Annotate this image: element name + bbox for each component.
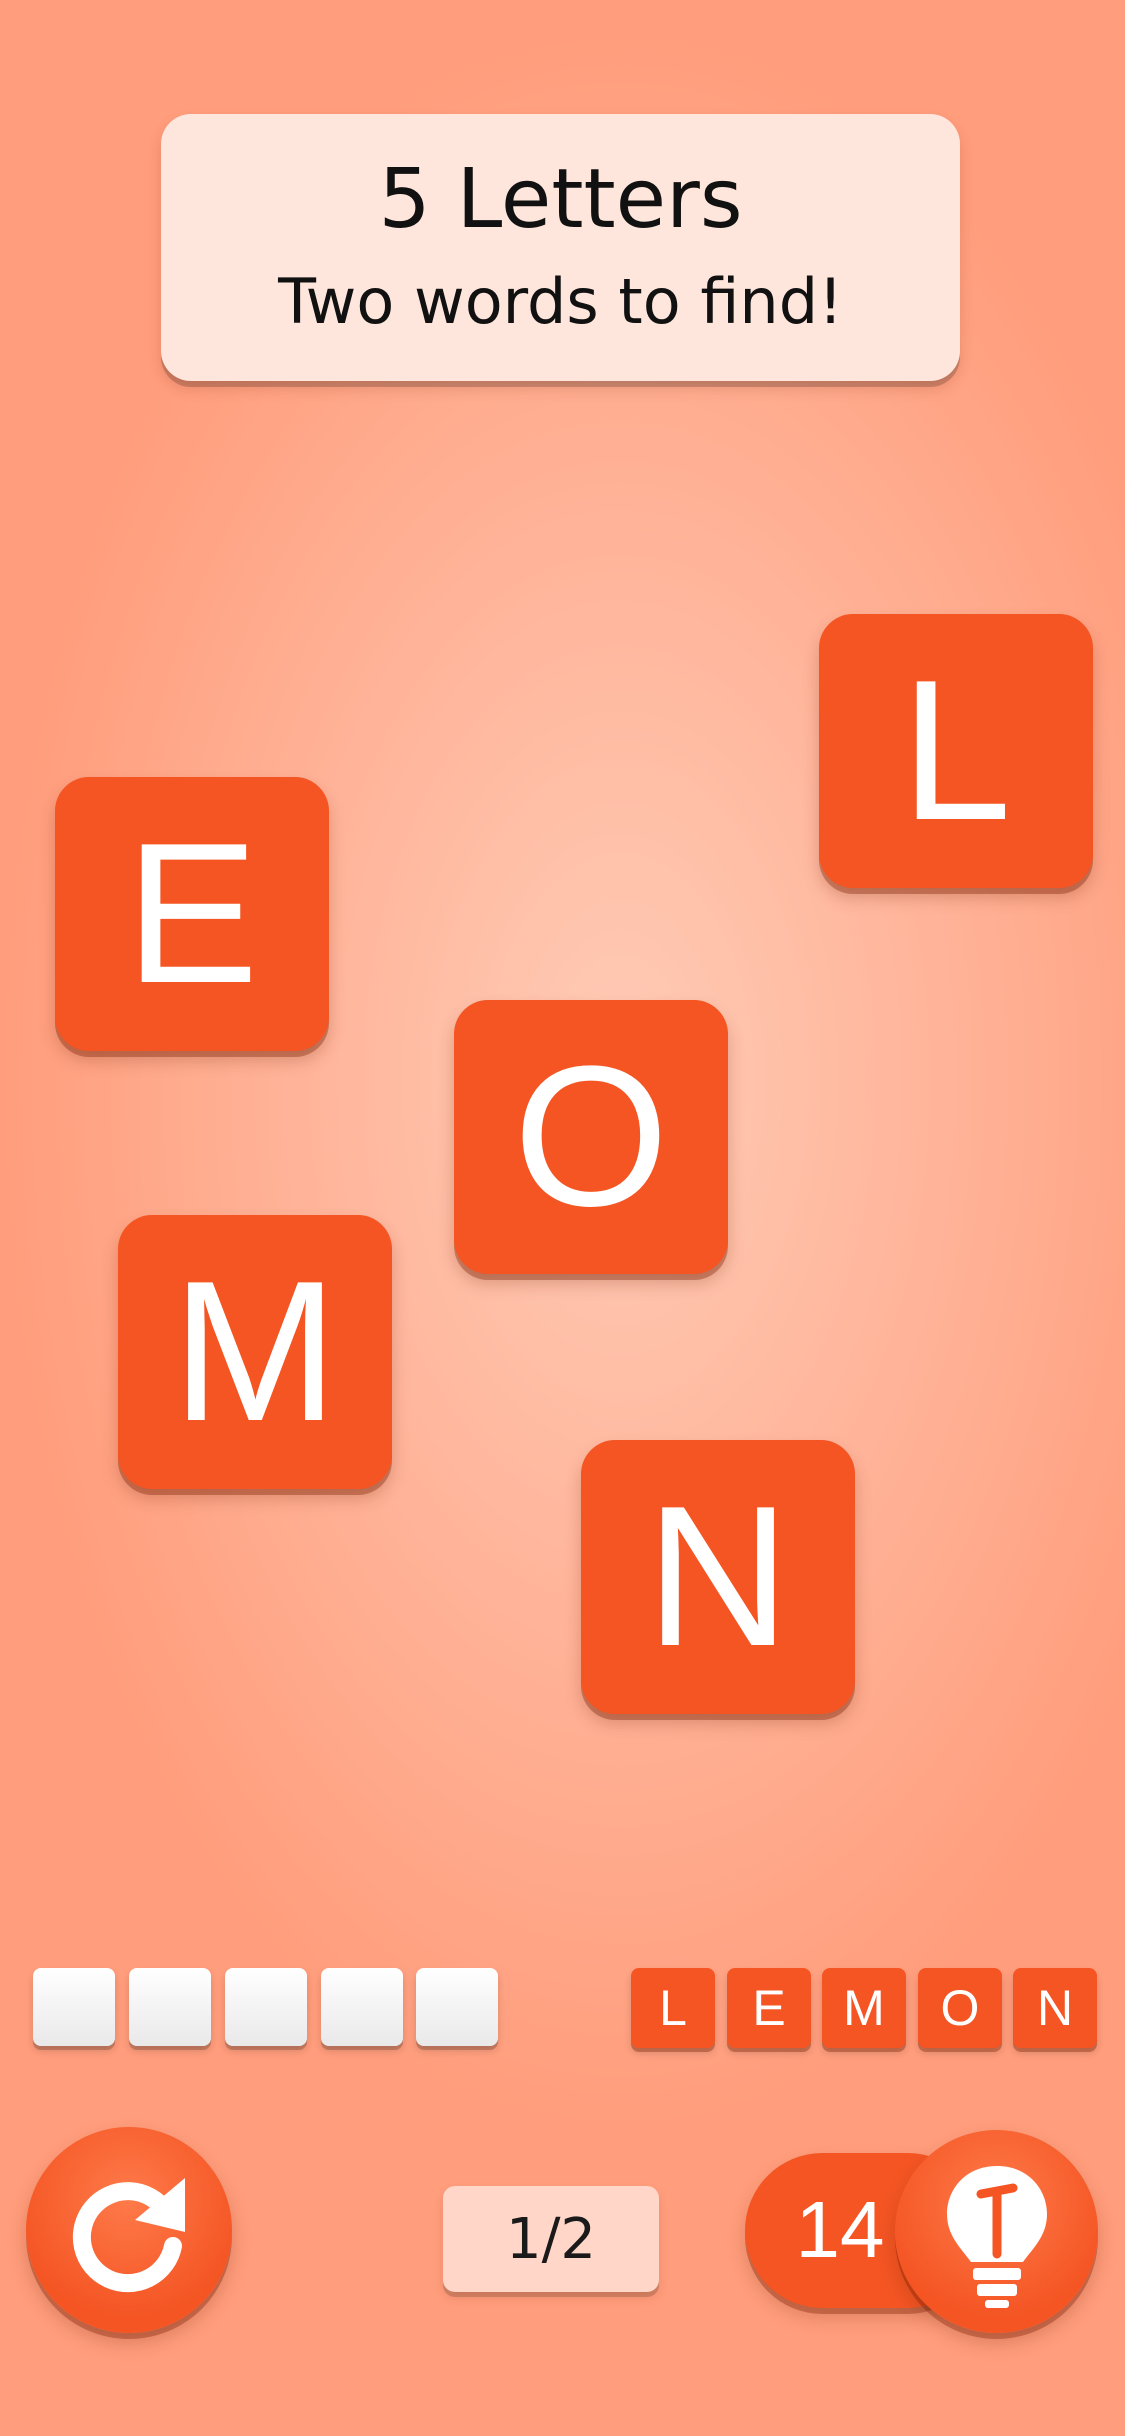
restart-icon xyxy=(72,2178,185,2293)
letter-tile-n[interactable]: N xyxy=(581,1440,855,1714)
empty-answer-slot xyxy=(33,1968,115,2046)
letter-tile-l[interactable]: L xyxy=(819,614,1093,888)
lightbulb-icon xyxy=(947,2166,1047,2308)
letter-tile-m[interactable]: M xyxy=(118,1215,392,1489)
empty-answer-slot xyxy=(321,1968,403,2046)
found-word-letter: L xyxy=(631,1968,715,2048)
found-word-letter: M xyxy=(822,1968,906,2048)
empty-answer-slot xyxy=(129,1968,211,2046)
letter-tile-e[interactable]: E xyxy=(55,777,329,1051)
found-word-letter: N xyxy=(1013,1968,1097,2048)
level-title: 5 Letters xyxy=(378,152,743,247)
hint-button[interactable] xyxy=(895,2130,1098,2333)
found-word-letter: O xyxy=(918,1968,1002,2048)
level-info-card: 5 Letters Two words to find! xyxy=(161,114,960,381)
found-word-letter: E xyxy=(727,1968,811,2048)
restart-button[interactable] xyxy=(26,2127,232,2333)
level-subtitle: Two words to find! xyxy=(278,265,843,338)
empty-answer-slot xyxy=(416,1968,498,2046)
empty-answer-slot xyxy=(225,1968,307,2046)
hint-count: 14 xyxy=(795,2185,885,2274)
letter-tile-o[interactable]: O xyxy=(454,1000,728,1274)
words-progress: 1/2 xyxy=(443,2186,659,2292)
